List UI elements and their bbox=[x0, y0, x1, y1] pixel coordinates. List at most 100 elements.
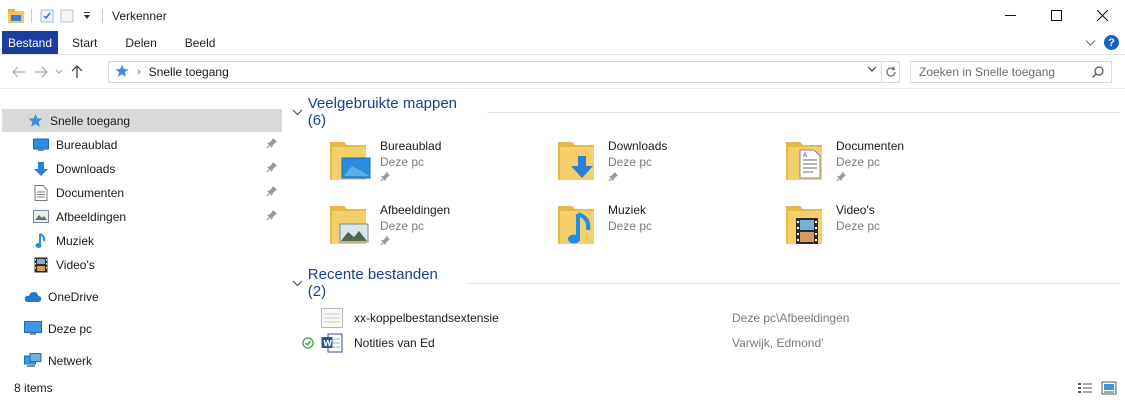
help-icon[interactable]: ? bbox=[1104, 35, 1119, 50]
recent-file-row[interactable]: W Notities van Ed Varwijk, Edmond' bbox=[300, 331, 1120, 355]
folder-tile-bureaublad[interactable]: Bureaublad Deze pc bbox=[326, 136, 546, 194]
new-folder-icon[interactable] bbox=[59, 8, 75, 24]
item-count: 8 items bbox=[14, 381, 53, 395]
folder-tile-documenten[interactable]: A Documenten Deze pc bbox=[782, 136, 1002, 194]
pin-icon[interactable] bbox=[836, 171, 904, 185]
window-title: Verkenner bbox=[112, 8, 167, 23]
sidebar-item-onedrive[interactable]: OneDrive bbox=[2, 285, 282, 308]
star-icon bbox=[26, 112, 44, 130]
customize-toolbar-icon[interactable] bbox=[79, 8, 95, 24]
folder-tile-downloads[interactable]: Downloads Deze pc bbox=[554, 136, 774, 194]
pin-icon[interactable] bbox=[380, 235, 450, 249]
sidebar-item-muziek[interactable]: Muziek bbox=[2, 229, 282, 252]
recent-locations-button[interactable] bbox=[52, 61, 66, 83]
computer-icon bbox=[24, 320, 42, 338]
videos-folder-icon bbox=[782, 200, 830, 252]
folder-location: Deze pc bbox=[380, 219, 425, 233]
cloud-icon bbox=[24, 288, 42, 306]
desktop-icon bbox=[32, 136, 50, 154]
folder-name: Video's bbox=[836, 203, 875, 217]
sidebar-item-label: Deze pc bbox=[48, 321, 93, 336]
address-bar[interactable]: › Snelle toegang bbox=[108, 61, 882, 83]
minimize-button[interactable] bbox=[987, 0, 1033, 31]
document-icon bbox=[32, 184, 50, 202]
tab-bestand[interactable]: Bestand bbox=[2, 31, 59, 54]
folder-location: Deze pc bbox=[608, 219, 653, 233]
arrow-right-icon bbox=[35, 66, 48, 78]
tab-beeld[interactable]: Beeld bbox=[171, 31, 230, 54]
large-icons-view-icon[interactable] bbox=[1101, 381, 1117, 398]
film-icon bbox=[32, 256, 50, 274]
forward-button[interactable] bbox=[30, 61, 52, 83]
folder-tile-afbeeldingen[interactable]: Afbeeldingen Deze pc bbox=[326, 200, 546, 258]
search-input[interactable] bbox=[919, 65, 1089, 79]
sidebar-item-afbeeldingen[interactable]: Afbeeldingen bbox=[2, 205, 282, 228]
recent-file-row[interactable]: xx-koppelbestandsextensie Deze pc\Afbeel… bbox=[300, 306, 1120, 330]
sidebar-item-label: Muziek bbox=[56, 233, 95, 248]
group-title: Veelgebruikte mappen (6) bbox=[307, 95, 458, 129]
folder-name: Bureaublad bbox=[380, 139, 442, 153]
breadcrumb[interactable]: Snelle toegang bbox=[149, 65, 229, 79]
refresh-icon bbox=[885, 66, 896, 77]
chevron-down-icon[interactable] bbox=[290, 109, 306, 116]
desktop-folder-icon bbox=[326, 136, 374, 188]
search-icon[interactable] bbox=[1091, 65, 1105, 82]
maximize-button[interactable] bbox=[1033, 0, 1079, 31]
folder-name: Afbeeldingen bbox=[380, 203, 451, 217]
folder-location: Deze pc bbox=[836, 219, 881, 233]
folder-name: Downloads bbox=[608, 139, 668, 153]
breadcrumb-chevron-icon: › bbox=[137, 66, 141, 78]
sidebar-item-label: Netwerk bbox=[48, 353, 93, 368]
star-icon bbox=[115, 64, 129, 81]
tab-start[interactable]: Start bbox=[58, 31, 111, 54]
word-document-icon: W bbox=[320, 332, 344, 354]
address-history-dropdown[interactable] bbox=[867, 65, 877, 76]
close-icon bbox=[1096, 10, 1108, 21]
pin-icon[interactable] bbox=[266, 161, 278, 176]
chevron-down-icon bbox=[55, 69, 63, 74]
sidebar-item-label: Video's bbox=[56, 257, 95, 272]
refresh-button[interactable] bbox=[882, 61, 900, 83]
chevron-down-icon[interactable] bbox=[290, 280, 306, 287]
pin-icon[interactable] bbox=[608, 171, 667, 185]
folder-location: Deze pc bbox=[380, 155, 425, 169]
ribbon-right-controls: ? bbox=[1085, 35, 1119, 50]
sidebar-item-videos[interactable]: Video's bbox=[2, 253, 282, 276]
expand-ribbon-icon[interactable] bbox=[1085, 36, 1096, 50]
group-header-recent-files[interactable]: Recente bestanden (2) bbox=[290, 266, 1120, 300]
sidebar-item-netwerk[interactable]: Netwerk bbox=[2, 349, 282, 372]
explorer-app-icon bbox=[8, 8, 24, 24]
pin-icon[interactable] bbox=[380, 171, 441, 185]
folder-tile-muziek[interactable]: Muziek Deze pc bbox=[554, 200, 774, 258]
sidebar-item-downloads[interactable]: Downloads bbox=[2, 157, 282, 180]
details-view-icon[interactable] bbox=[1077, 381, 1093, 398]
sidebar-item-bureaublad[interactable]: Bureaublad bbox=[2, 133, 282, 156]
sidebar-item-label: Downloads bbox=[56, 161, 116, 176]
group-title: Recente bestanden (2) bbox=[307, 266, 438, 300]
sidebar-item-documenten[interactable]: Documenten bbox=[2, 181, 282, 204]
status-bar: 8 items bbox=[0, 376, 1125, 400]
search-box[interactable] bbox=[910, 61, 1112, 83]
generic-file-icon bbox=[320, 307, 344, 329]
group-header-frequent-folders[interactable]: Veelgebruikte mappen (6) bbox=[290, 95, 1120, 129]
up-button[interactable] bbox=[66, 61, 88, 83]
properties-icon[interactable] bbox=[39, 8, 55, 24]
file-name: Notities van Ed bbox=[354, 336, 435, 350]
pin-icon[interactable] bbox=[266, 185, 278, 200]
title-bar: Verkenner bbox=[0, 0, 1125, 31]
pin-icon[interactable] bbox=[266, 209, 278, 224]
navigation-pane: Snelle toegang Bureaublad Downloads Docu… bbox=[0, 100, 284, 372]
tab-delen[interactable]: Delen bbox=[111, 31, 170, 54]
back-button[interactable] bbox=[8, 61, 30, 83]
pin-icon[interactable] bbox=[266, 137, 278, 152]
pictures-folder-icon bbox=[326, 200, 374, 252]
quick-access-toolbar bbox=[0, 8, 106, 24]
group-divider bbox=[468, 282, 1120, 284]
file-name: xx-koppelbestandsextensie bbox=[354, 311, 499, 325]
arrow-left-icon bbox=[12, 66, 25, 78]
sidebar-item-deze-pc[interactable]: Deze pc bbox=[2, 317, 282, 340]
folder-tile-videos[interactable]: Video's Deze pc bbox=[782, 200, 1002, 258]
sidebar-item-snelle-toegang[interactable]: Snelle toegang bbox=[2, 109, 282, 132]
close-button[interactable] bbox=[1079, 0, 1125, 31]
sidebar-item-label: Bureaublad bbox=[56, 137, 118, 152]
